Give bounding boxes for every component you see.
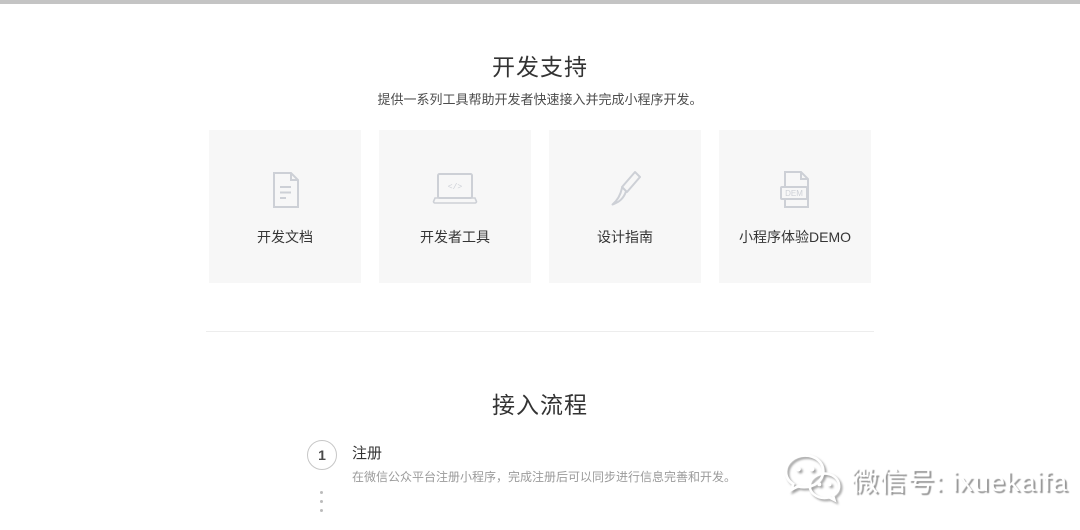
page: 开发支持 提供一系列工具帮助开发者快速接入并完成小程序开发。 开发文档 </>	[0, 0, 1080, 530]
demo-file-icon: DEM	[773, 165, 817, 215]
laptop-code-icon: </>	[430, 165, 480, 215]
card-dev-tools[interactable]: </> 开发者工具	[379, 130, 531, 283]
step-connector-dots	[320, 491, 323, 512]
access-process-title: 接入流程	[492, 392, 588, 418]
section-divider	[206, 331, 874, 332]
card-label-demo: 小程序体验DEMO	[739, 229, 851, 245]
step-body: 注册 在微信公众平台注册小程序，完成注册后可以同步进行信息完善和开发。	[352, 440, 736, 485]
step-description: 在微信公众平台注册小程序，完成注册后可以同步进行信息完善和开发。	[352, 470, 737, 484]
dev-support-subtitle: 提供一系列工具帮助开发者快速接入并完成小程序开发。	[377, 92, 703, 107]
step-number-badge: 1	[307, 440, 337, 470]
card-label-dev-docs: 开发文档	[257, 229, 313, 245]
dev-support-title: 开发支持	[492, 54, 588, 80]
card-label-dev-tools: 开发者工具	[420, 229, 490, 245]
card-label-design-guide: 设计指南	[597, 229, 653, 245]
document-icon	[263, 165, 307, 215]
card-demo[interactable]: DEM 小程序体验DEMO	[719, 130, 871, 283]
dev-support-cards: 开发文档 </> 开发者工具 设计指南 DEM 小程序体验DEMO	[209, 130, 871, 283]
demo-badge-text: DEM	[785, 189, 803, 198]
window-top-border	[0, 0, 1080, 4]
process-step-1: 1 注册 在微信公众平台注册小程序，完成注册后可以同步进行信息完善和开发。	[307, 440, 736, 485]
watermark-text: 微信号: ixuekaifa	[851, 467, 1068, 497]
watermark: 微信号: ixuekaifa	[781, 451, 1068, 508]
paint-brush-icon	[602, 165, 648, 215]
wechat-logo-icon	[781, 451, 843, 508]
card-dev-docs[interactable]: 开发文档	[209, 130, 361, 283]
card-design-guide[interactable]: 设计指南	[549, 130, 701, 283]
step-title: 注册	[352, 445, 383, 462]
code-glyph: </>	[448, 183, 463, 192]
